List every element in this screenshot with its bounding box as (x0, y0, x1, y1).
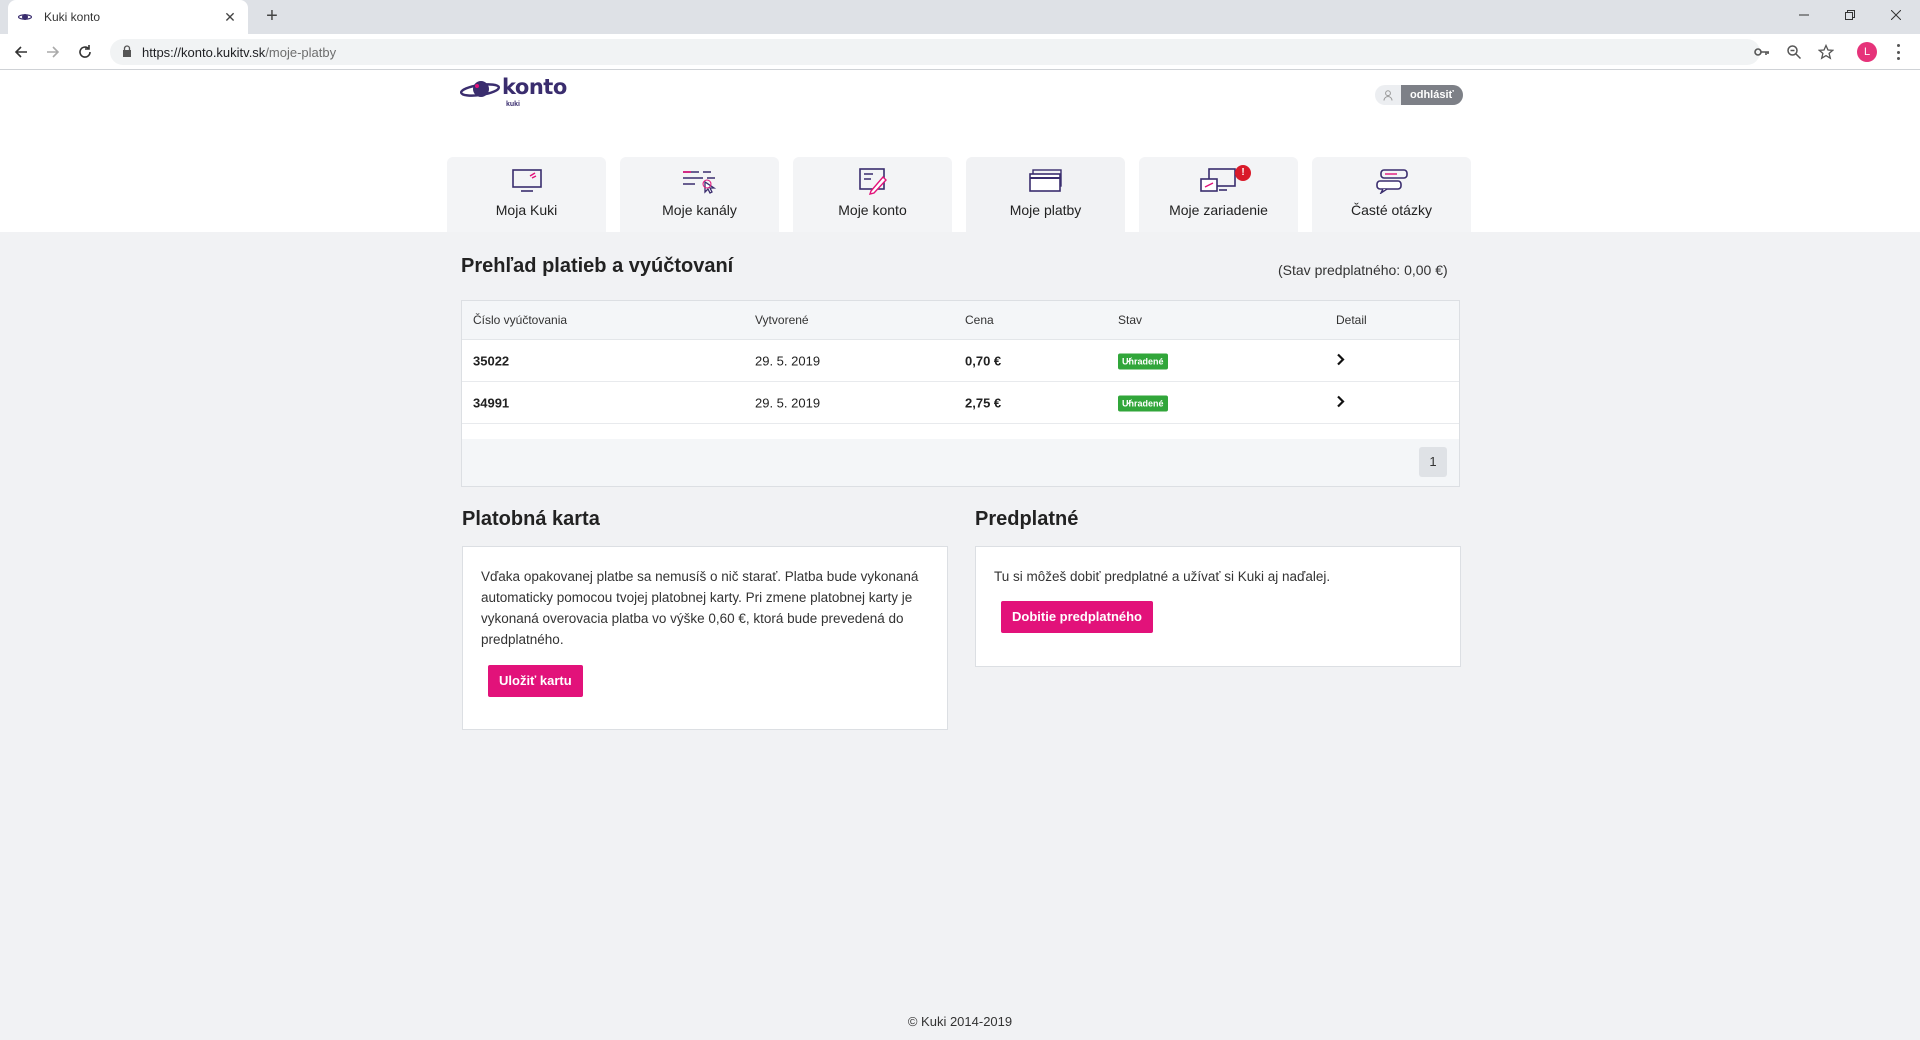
table-footer: 1 (462, 439, 1459, 486)
invoice-price: 2,75 € (965, 395, 1002, 410)
nav-label: Časté otázky (1351, 202, 1432, 218)
url-host: https://konto.kukitv.sk (142, 44, 266, 60)
column-header-created: Vytvorené (755, 313, 809, 327)
card-description: Vďaka opakovanej platbe sa nemusíš o nič… (481, 569, 919, 647)
footer-copyright: © Kuki 2014-2019 (907, 1014, 1013, 1029)
planet-logo-icon (460, 81, 501, 97)
payment-cards-icon (1027, 166, 1065, 196)
minimize-icon[interactable] (1781, 0, 1827, 30)
table-header: Číslo vyúčtovania Vytvorené Cena Stav De… (462, 301, 1459, 340)
nav-moje-platby[interactable]: Moje platby (966, 157, 1125, 232)
page-title: Prehľad platieb a vyúčtovaní (461, 255, 734, 277)
top-up-button[interactable]: Dobitie predplatného (1001, 601, 1153, 633)
table-row[interactable]: 34991 29. 5. 2019 2,75 € Uhradené ✓ (462, 382, 1459, 424)
chevron-right-icon[interactable] (1336, 353, 1346, 368)
subscription-panel: Tu si môžeš dobiť predplatné a užívať si… (975, 546, 1461, 667)
browser-toolbar: https://konto.kukitv.sk/moje-platby L (0, 34, 1920, 70)
nav-moje-konto[interactable]: Moje konto (793, 157, 952, 232)
device-alert-badge: ! (1235, 165, 1251, 181)
user-icon (1375, 85, 1401, 105)
subscription-balance: (Stav predplatného: 0,00 €) (1278, 262, 1448, 278)
column-header-price: Cena (965, 313, 994, 327)
nav-label: Moje zariadenie (1169, 202, 1268, 218)
browser-tab-bar: Kuki konto ✕ + (0, 0, 1920, 34)
column-header-detail: Detail (1336, 313, 1367, 327)
nav-label: Moja Kuki (495, 202, 558, 218)
browser-menu-icon[interactable] (1892, 44, 1904, 60)
nav-moja-kuki[interactable]: Moja Kuki (447, 157, 606, 232)
nav-label: Moje platby (1009, 202, 1082, 218)
bookmark-star-icon[interactable] (1817, 43, 1835, 61)
new-tab-button[interactable]: + (260, 5, 284, 29)
kuki-logo[interactable]: konto kuki (460, 75, 567, 108)
nav-caste-otazky[interactable]: Časté otázky (1312, 157, 1471, 232)
nav-label: Moje konto (838, 202, 907, 218)
payments-table: Číslo vyúčtovania Vytvorené Cena Stav De… (461, 300, 1460, 487)
invoice-number: 35022 (473, 353, 510, 368)
payment-card-panel: Vďaka opakovanej platbe sa nemusíš o nič… (462, 546, 948, 730)
main-nav: Moja Kuki Moje kanály Moje konto Moje pl… (447, 157, 1471, 232)
close-window-icon[interactable] (1873, 0, 1919, 30)
check-icon: ✓ (1126, 397, 1134, 407)
devices-icon (1199, 166, 1239, 196)
table-row[interactable]: 35022 29. 5. 2019 0,70 € Uhradené ✓ (462, 340, 1459, 382)
save-card-button[interactable]: Uložiť kartu (488, 665, 583, 697)
lock-icon (122, 44, 132, 60)
restore-icon[interactable] (1827, 0, 1873, 30)
subscription-description: Tu si môžeš dobiť predplatné a užívať si… (994, 569, 1331, 584)
reload-icon[interactable] (75, 42, 95, 62)
site-header: konto kuki odhlásiť Moja Kuki Moje kanál… (0, 70, 1920, 232)
profile-avatar[interactable]: L (1857, 42, 1877, 62)
channel-list-icon (681, 166, 719, 196)
monitor-icon (511, 166, 543, 196)
check-icon: ✓ (1126, 355, 1134, 365)
back-icon[interactable] (11, 42, 31, 62)
invoice-created: 29. 5. 2019 (755, 395, 821, 410)
status-badge: Uhradené ✓ (1118, 352, 1168, 369)
forward-icon[interactable] (43, 42, 63, 62)
logout-button[interactable]: odhlásiť (1375, 85, 1463, 105)
column-header-number: Číslo vyúčtovania (473, 313, 568, 327)
chat-bubbles-icon (1375, 166, 1409, 196)
column-header-status: Stav (1118, 313, 1143, 327)
status-badge: Uhradené ✓ (1118, 394, 1168, 411)
account-edit-icon (857, 166, 889, 196)
key-icon[interactable] (1753, 43, 1771, 61)
chevron-right-icon[interactable] (1336, 395, 1346, 410)
tab-title: Kuki konto (44, 10, 101, 24)
pagination-page-button[interactable]: 1 (1419, 447, 1447, 477)
invoice-number: 34991 (473, 395, 510, 410)
nav-moje-kanaly[interactable]: Moje kanály (620, 157, 779, 232)
tab-close-icon[interactable]: ✕ (222, 9, 238, 26)
nav-label: Moje kanály (662, 202, 737, 218)
logo-subtext: kuki (506, 101, 521, 108)
logout-label: odhlásiť (1401, 85, 1463, 105)
invoice-created: 29. 5. 2019 (755, 353, 821, 368)
subscription-section-title: Predplatné (975, 508, 1079, 530)
address-bar[interactable]: https://konto.kukitv.sk/moje-platby (110, 39, 1760, 65)
browser-tab[interactable]: Kuki konto ✕ (8, 0, 248, 34)
logo-wordmark: konto (502, 75, 567, 99)
nav-moje-zariadenie[interactable]: ! Moje zariadenie (1139, 157, 1298, 232)
zoom-icon[interactable] (1785, 43, 1803, 61)
url-path: /moje-platby (265, 44, 337, 60)
kuki-favicon-icon (18, 10, 32, 24)
card-section-title: Platobná karta (462, 508, 600, 530)
invoice-price: 0,70 € (965, 353, 1002, 368)
